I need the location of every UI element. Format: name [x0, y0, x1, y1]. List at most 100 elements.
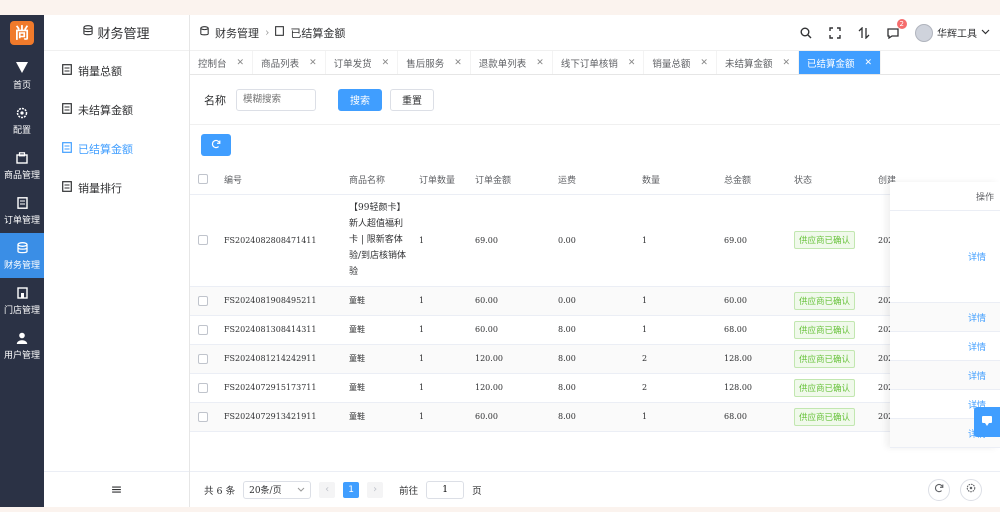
- total-count: 共 6 条: [204, 485, 236, 497]
- box-icon: [15, 151, 29, 165]
- tab-settled[interactable]: 已结算金额 ✕: [799, 51, 882, 74]
- database-icon: [83, 25, 94, 40]
- row-checkbox[interactable]: [198, 411, 208, 422]
- close-icon[interactable]: ✕: [382, 58, 390, 68]
- table-header-row: 编号 商品名称 订单数量 订单金额 运费 数量 总金额 状态 创建: [190, 165, 1000, 195]
- row-checkbox[interactable]: [198, 353, 208, 364]
- collapse-menu-button[interactable]: ≡: [44, 471, 189, 507]
- tab-unsettled[interactable]: 未结算金额 ✕: [717, 51, 799, 74]
- rail-item-finance[interactable]: 财务管理: [0, 233, 44, 278]
- search-input[interactable]: [236, 88, 316, 111]
- refresh-button[interactable]: [928, 478, 950, 501]
- search-form: 名称 搜索 重置: [190, 75, 1000, 125]
- breadcrumb-item[interactable]: 财务管理: [215, 25, 259, 41]
- row-checkbox[interactable]: [198, 382, 208, 393]
- cell-freight: 8.00: [558, 344, 642, 374]
- submenu-item-unsettled[interactable]: 未结算金额: [44, 90, 189, 129]
- tab-label: 订单发货: [333, 58, 372, 70]
- submenu-item-sales-total[interactable]: 销量总额: [44, 51, 189, 90]
- cell-id: FS2024081308414311: [224, 315, 349, 345]
- home-icon: [15, 61, 29, 75]
- cell-total: 128.00: [710, 373, 794, 403]
- rail-item-home[interactable]: 首页: [0, 53, 44, 98]
- tab-label: 未结算金额: [724, 58, 773, 70]
- search-button[interactable]: 搜索: [338, 88, 382, 111]
- app-window: 尚 首页 配置 商品管理 订单管理 财务管理 门店管理 用户管理 财务管理 销量…: [0, 15, 1000, 507]
- row-checkbox[interactable]: [198, 295, 208, 306]
- rail-item-config[interactable]: 配置: [0, 98, 44, 143]
- tab-order-shipping[interactable]: 订单发货 ✕: [326, 51, 399, 74]
- submenu-item-label: 销量总额: [78, 64, 122, 78]
- row-checkbox[interactable]: [198, 235, 208, 245]
- gear-icon: [15, 106, 29, 120]
- rail-item-users[interactable]: 用户管理: [0, 323, 44, 368]
- detail-link[interactable]: 详情: [968, 340, 986, 353]
- rail-item-products[interactable]: 商品管理: [0, 143, 44, 188]
- tab-sales-total[interactable]: 销量总额 ✕: [644, 51, 717, 74]
- search-icon[interactable]: [799, 26, 813, 40]
- fullscreen-icon[interactable]: [828, 26, 842, 40]
- rail-item-orders[interactable]: 订单管理: [0, 188, 44, 233]
- cell-id: FS2024081214242911: [224, 344, 349, 374]
- settled-table: 编号 商品名称 订单数量 订单金额 运费 数量 总金额 状态 创建 FS2024…: [190, 165, 1000, 432]
- submenu-item-ranking[interactable]: 销量排行: [44, 168, 189, 207]
- tab-product-list[interactable]: 商品列表 ✕: [253, 51, 326, 74]
- prev-page-button[interactable]: ‹: [319, 481, 336, 498]
- column-header: 数量: [642, 165, 710, 195]
- detail-link[interactable]: 详情: [968, 250, 986, 263]
- close-icon[interactable]: ✕: [865, 58, 873, 68]
- select-all-checkbox[interactable]: [198, 174, 208, 185]
- tab-offline-verification[interactable]: 线下订单核销 ✕: [553, 51, 645, 74]
- chat-icon: [981, 415, 993, 430]
- gear-icon: [966, 483, 976, 496]
- message-icon[interactable]: 2: [886, 18, 907, 40]
- table-row: FS2024081214242911 童鞋 1 120.00 8.00 2 12…: [190, 344, 1000, 374]
- settings-button[interactable]: [960, 478, 982, 501]
- rail-item-label: 门店管理: [3, 305, 40, 316]
- cell-order-amount: 120.00: [475, 373, 558, 403]
- column-header: 订单金额: [475, 165, 558, 195]
- submenu-item-settled[interactable]: 已结算金额: [44, 129, 189, 168]
- reset-button[interactable]: 重置: [390, 88, 434, 111]
- tab-refund-list[interactable]: 退款单列表 ✕: [471, 51, 553, 74]
- rail-item-stores[interactable]: 门店管理: [0, 278, 44, 323]
- column-header: 编号: [224, 165, 349, 195]
- column-header: 操作: [890, 182, 1000, 211]
- tab-label: 已结算金额: [807, 58, 855, 70]
- tab-after-sales[interactable]: 售后服务 ✕: [398, 51, 471, 74]
- tab-label: 商品列表: [261, 58, 300, 70]
- floating-help-button[interactable]: [974, 407, 1000, 437]
- user-name: 华辉工具: [937, 29, 977, 40]
- cell-order-qty: 1: [419, 344, 475, 374]
- close-icon[interactable]: ✕: [309, 58, 317, 68]
- database-icon: [15, 241, 29, 255]
- close-icon[interactable]: ✕: [782, 58, 790, 68]
- header-actions: 2 华辉工具: [799, 18, 990, 42]
- column-header: 运费: [558, 165, 642, 195]
- close-icon[interactable]: ✕: [237, 58, 245, 68]
- close-icon[interactable]: ✕: [454, 58, 462, 68]
- detail-link[interactable]: 详情: [968, 311, 986, 324]
- status-badge: 供应商已确认: [794, 378, 856, 397]
- sort-icon[interactable]: [857, 26, 871, 40]
- cell-freight: 0.00: [558, 194, 642, 287]
- close-icon[interactable]: ✕: [700, 58, 708, 68]
- row-checkbox[interactable]: [198, 324, 208, 335]
- page-size-select[interactable]: 20条/页: [243, 480, 312, 499]
- cell-product-name: 童鞋: [349, 286, 419, 316]
- tab-label: 退款单列表: [478, 58, 527, 70]
- refresh-button[interactable]: [201, 134, 231, 156]
- user-menu[interactable]: 华辉工具: [915, 23, 990, 42]
- goto-page-input[interactable]: [426, 480, 465, 499]
- detail-link[interactable]: 详情: [968, 369, 986, 382]
- close-icon[interactable]: ✕: [628, 58, 636, 68]
- cell-order-amount: 69.00: [475, 194, 558, 287]
- cell-qty: 1: [642, 315, 710, 345]
- tab-bar: 控制台 ✕ 商品列表 ✕ 订单发货 ✕ 售后服务 ✕ 退款单列表 ✕ 线下订单核销 ✕ 销量…: [190, 51, 1000, 75]
- tab-console[interactable]: 控制台 ✕: [190, 51, 254, 74]
- close-icon[interactable]: ✕: [536, 58, 544, 68]
- page-number[interactable]: 1: [343, 481, 360, 498]
- next-page-button[interactable]: ›: [367, 481, 384, 498]
- chevron-down-icon: [981, 27, 990, 38]
- column-header: 订单数量: [419, 165, 475, 195]
